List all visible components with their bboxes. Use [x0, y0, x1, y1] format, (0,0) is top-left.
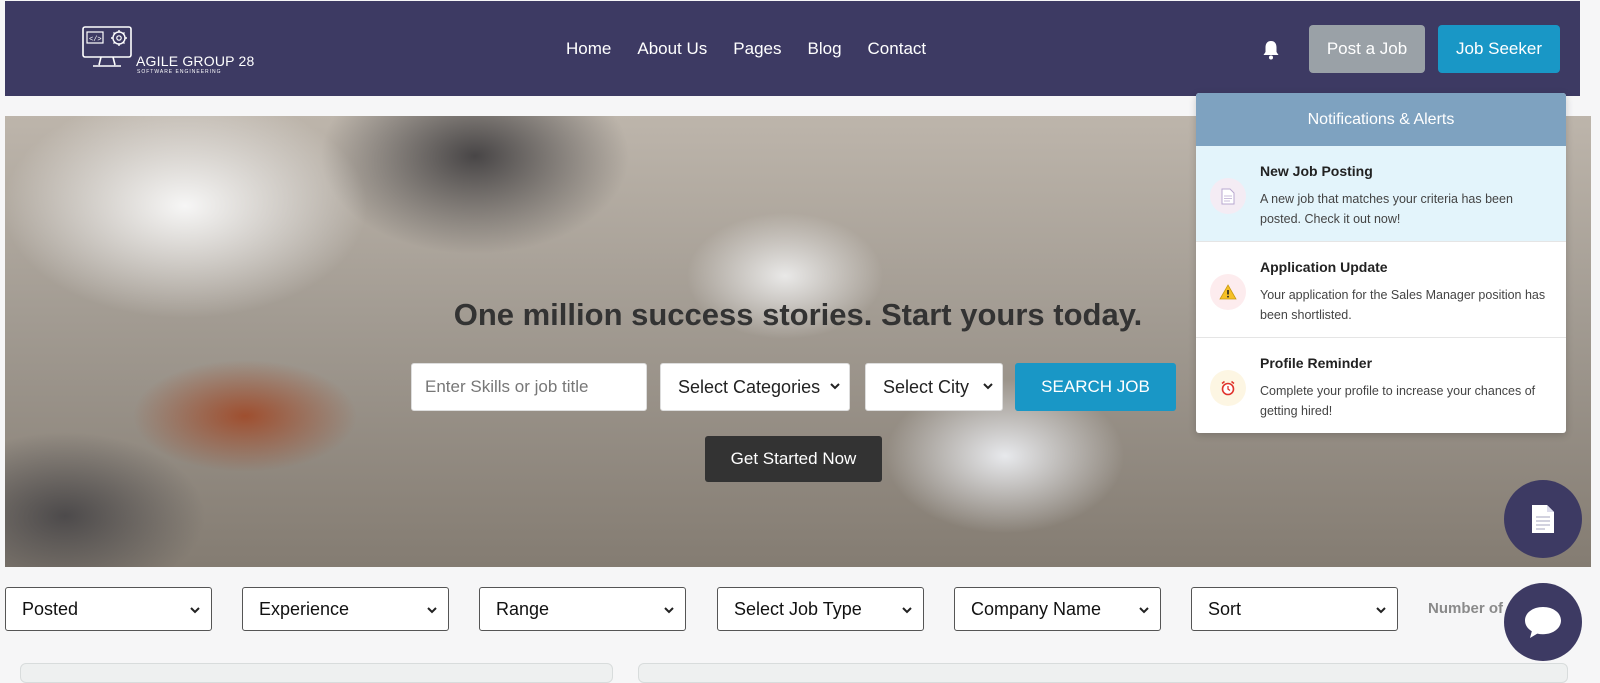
- notification-title: New Job Posting: [1260, 163, 1373, 179]
- job-card: [638, 663, 1568, 683]
- get-started-button[interactable]: Get Started Now: [705, 436, 882, 482]
- posted-filter-value: Posted: [22, 598, 79, 619]
- sort-filter-value: Sort: [1208, 598, 1242, 619]
- sort-filter[interactable]: Sort: [1191, 587, 1398, 631]
- city-select-value: Select City: [883, 376, 970, 397]
- search-job-button[interactable]: SEARCH JOB: [1015, 363, 1176, 411]
- notification-text: Complete your profile to increase your c…: [1260, 384, 1536, 418]
- experience-filter-value: Experience: [259, 598, 350, 619]
- city-select[interactable]: Select City: [865, 363, 1003, 411]
- notification-item[interactable]: Application Update Your application for …: [1196, 242, 1566, 338]
- brand-subtitle: SOFTWARE ENGINEERING: [137, 69, 222, 75]
- range-filter[interactable]: Range: [479, 587, 686, 631]
- posted-filter[interactable]: Posted: [5, 587, 212, 631]
- notification-item[interactable]: New Job Posting A new job that matches y…: [1196, 146, 1566, 242]
- range-filter-value: Range: [496, 598, 550, 619]
- chevron-down-icon: [983, 383, 993, 390]
- nav-blog[interactable]: Blog: [808, 39, 842, 59]
- notification-title: Profile Reminder: [1260, 355, 1373, 371]
- job-type-filter[interactable]: Select Job Type: [717, 587, 924, 631]
- job-card: [20, 663, 613, 683]
- nav-home[interactable]: Home: [566, 39, 611, 59]
- post-job-button[interactable]: Post a Job: [1309, 25, 1425, 73]
- svg-text:</>: </>: [89, 36, 102, 44]
- job-seeker-button[interactable]: Job Seeker: [1438, 25, 1560, 73]
- notifications-dropdown: Notifications & Alerts New Job Posting A…: [1196, 93, 1566, 433]
- chevron-down-icon: [902, 607, 912, 614]
- chat-bubble-icon: [1525, 607, 1561, 638]
- chevron-down-icon: [427, 607, 437, 614]
- skills-search-input[interactable]: [411, 363, 647, 411]
- company-name-filter[interactable]: Company Name: [954, 587, 1161, 631]
- categories-select[interactable]: Select Categories: [660, 363, 850, 411]
- job-type-filter-value: Select Job Type: [734, 598, 862, 619]
- main-nav: Home About Us Pages Blog Contact: [566, 39, 926, 59]
- chevron-down-icon: [1376, 607, 1386, 614]
- notification-title: Application Update: [1260, 259, 1388, 275]
- nav-about-us[interactable]: About Us: [637, 39, 707, 59]
- chevron-down-icon: [664, 607, 674, 614]
- navbar: </> AGILE GROUP 28 SOFTWARE ENGINEERING …: [5, 1, 1580, 96]
- nav-contact[interactable]: Contact: [868, 39, 927, 59]
- chevron-down-icon: [190, 607, 200, 614]
- chevron-down-icon: [1139, 607, 1149, 614]
- document-icon: [1532, 505, 1554, 533]
- experience-filter[interactable]: Experience: [242, 587, 449, 631]
- document-icon: [1210, 178, 1246, 214]
- nav-pages[interactable]: Pages: [733, 39, 781, 59]
- notification-text: A new job that matches your criteria has…: [1260, 192, 1513, 226]
- notification-text: Your application for the Sales Manager p…: [1260, 288, 1546, 322]
- document-fab-button[interactable]: [1504, 480, 1582, 558]
- chat-fab-button[interactable]: [1504, 583, 1582, 661]
- warning-icon: [1210, 274, 1246, 310]
- chevron-down-icon: [830, 383, 840, 390]
- logo[interactable]: </> AGILE GROUP 28 SOFTWARE ENGINEERING: [81, 21, 261, 77]
- filter-bar: Posted Experience Range Select Job Type …: [0, 587, 1600, 631]
- categories-select-value: Select Categories: [678, 376, 821, 397]
- alarm-clock-icon: [1210, 370, 1246, 406]
- company-name-filter-value: Company Name: [971, 598, 1102, 619]
- notification-item[interactable]: Profile Reminder Complete your profile t…: [1196, 338, 1566, 433]
- computer-gear-icon: </>: [82, 26, 132, 67]
- bell-icon[interactable]: [1261, 39, 1281, 61]
- brand-title: AGILE GROUP 28: [136, 53, 255, 69]
- notifications-header: Notifications & Alerts: [1196, 93, 1566, 146]
